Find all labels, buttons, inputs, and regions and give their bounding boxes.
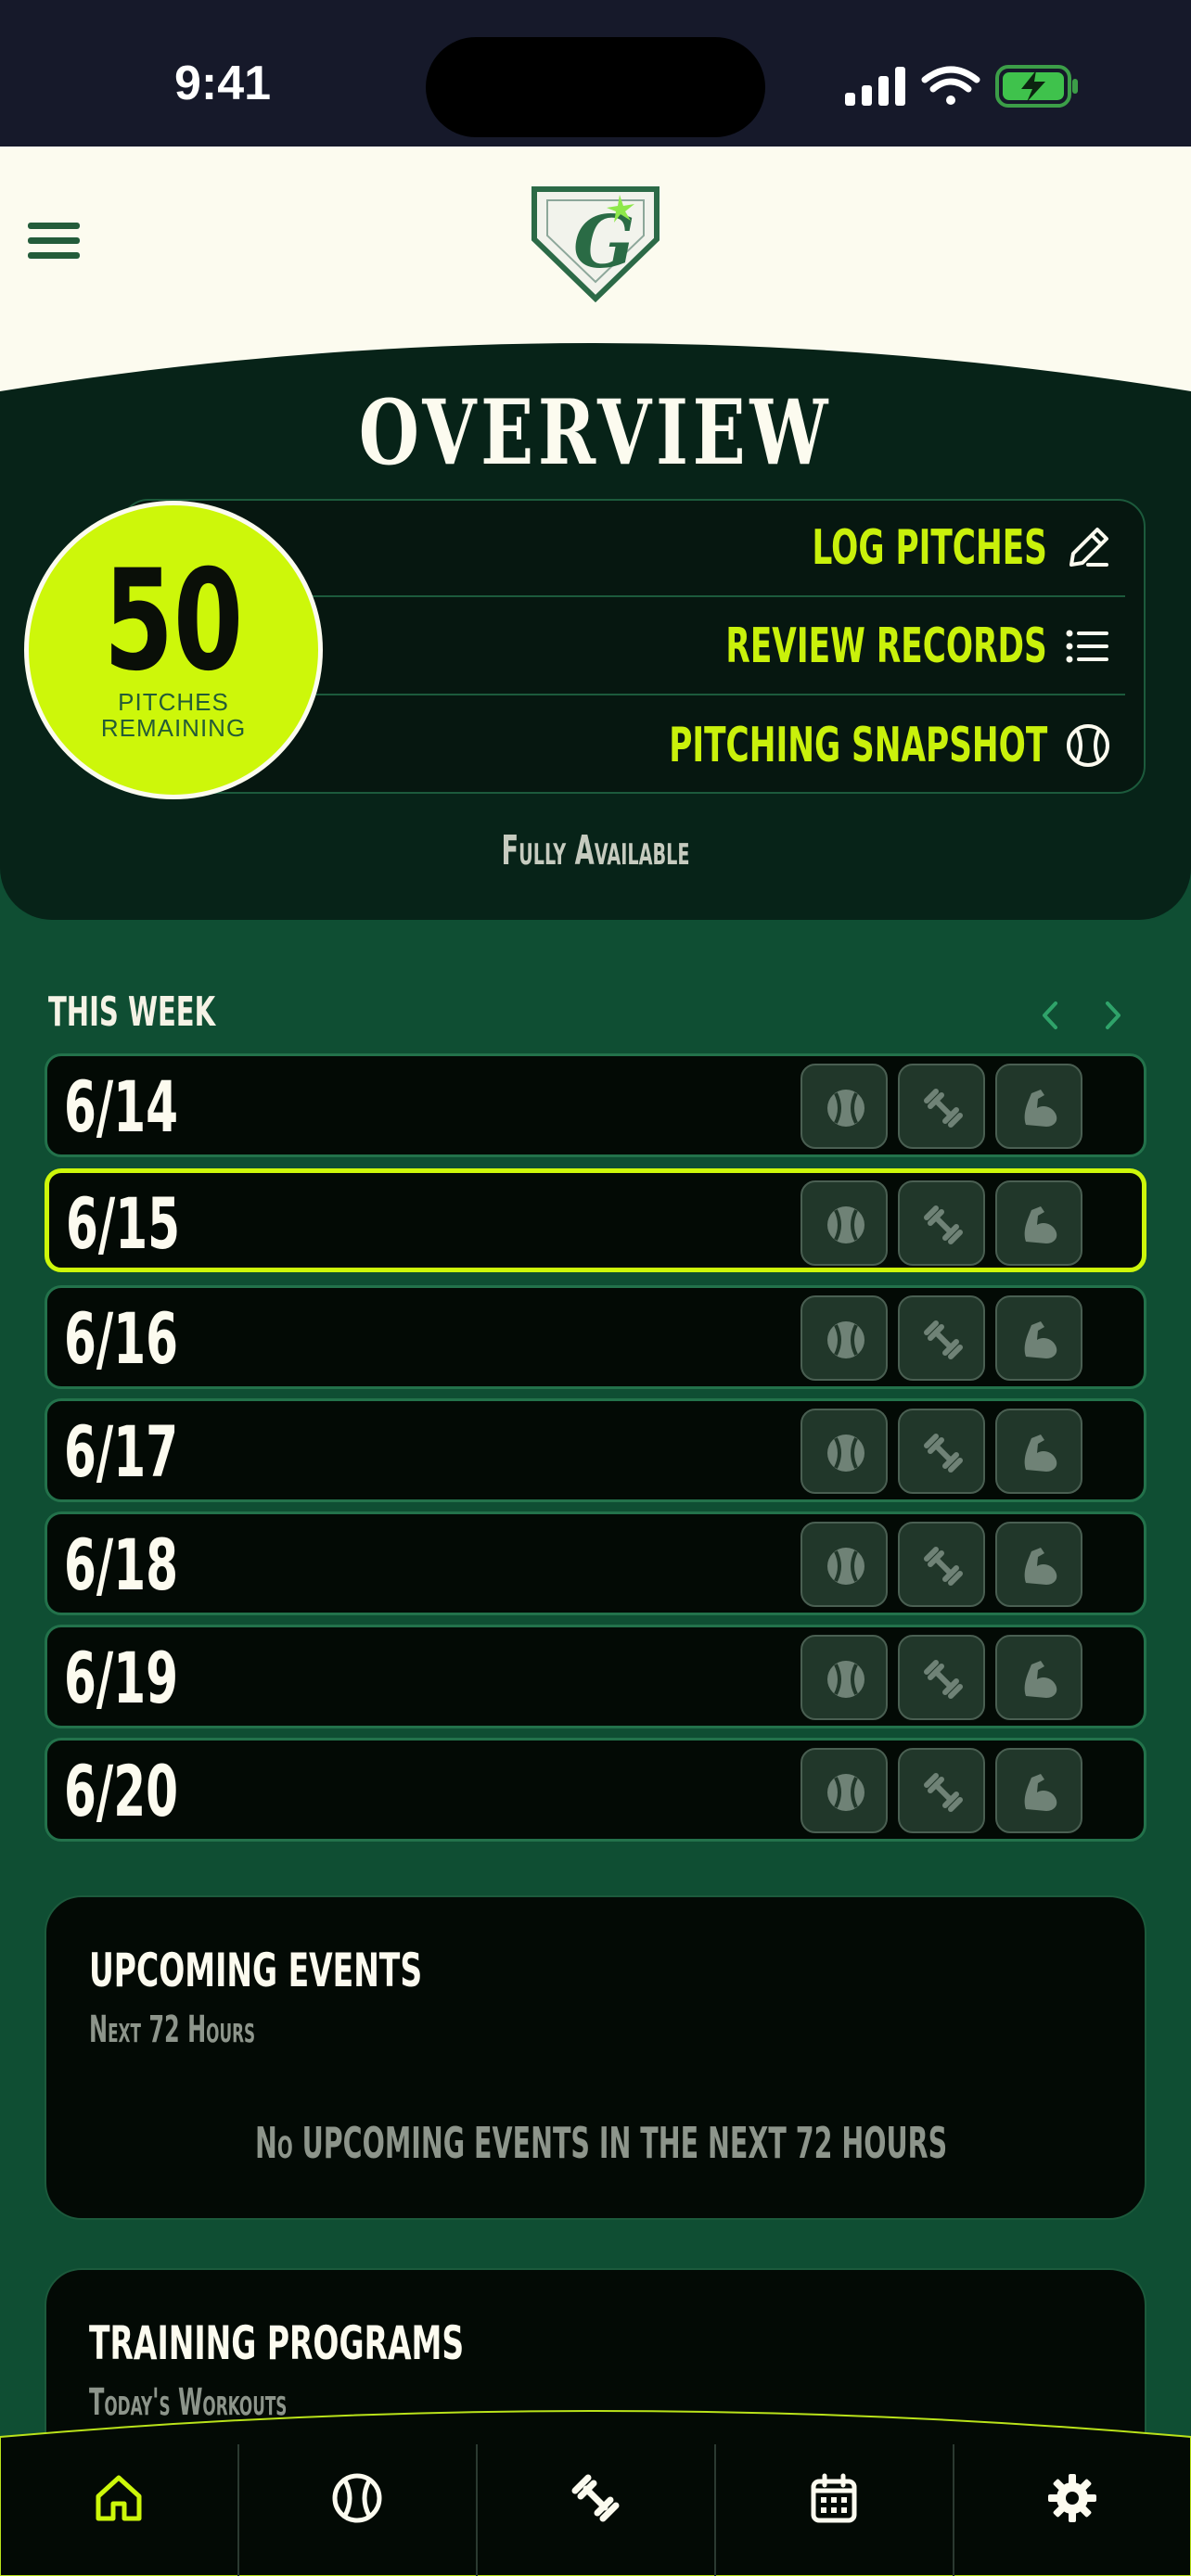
dumbbell-icon — [924, 1205, 963, 1244]
dumbbell-icon — [924, 1660, 963, 1699]
muscle-log-button[interactable] — [995, 1180, 1082, 1266]
signal-icon — [845, 67, 905, 106]
baseball-log-button[interactable] — [800, 1522, 888, 1607]
status-bar: 9:41 — [0, 0, 1191, 147]
dumbbell-icon — [924, 1547, 963, 1586]
pitch-label: PITCHES REMAINING — [100, 688, 247, 742]
dumbbell-icon — [924, 1434, 963, 1473]
tab-pitching[interactable] — [238, 2444, 476, 2576]
day-row[interactable]: 6/17 — [45, 1398, 1146, 1502]
dumbbell-log-button[interactable] — [898, 1748, 985, 1833]
dumbbell-log-button[interactable] — [898, 1295, 985, 1381]
baseball-icon — [827, 1661, 864, 1698]
week-section-title: THIS WEEK — [48, 988, 216, 1036]
gear-icon — [1048, 2474, 1096, 2522]
day-row[interactable]: 6/18 — [45, 1511, 1146, 1615]
tab-calendar[interactable] — [715, 2444, 953, 2576]
dumbbell-log-button[interactable] — [898, 1064, 985, 1149]
muscle-log-button[interactable] — [995, 1409, 1082, 1494]
review-records-label: REVIEW RECORDS — [725, 618, 1047, 674]
baseball-icon — [332, 2473, 382, 2523]
muscle-icon — [1024, 1548, 1057, 1585]
baseball-icon — [827, 1090, 864, 1127]
dumbbell-icon — [571, 2474, 620, 2522]
dumbbell-icon — [924, 1773, 963, 1812]
baseball-icon — [1067, 724, 1109, 767]
dumbbell-log-button[interactable] — [898, 1522, 985, 1607]
dumbbell-icon — [924, 1320, 963, 1359]
pitching-snapshot-button[interactable]: PITCHING SNAPSHOT — [244, 697, 1125, 794]
pitch-count: 50 — [103, 541, 244, 702]
muscle-icon — [1024, 1774, 1057, 1811]
baseball-log-button[interactable] — [800, 1635, 888, 1720]
list-icon — [1066, 630, 1108, 663]
dumbbell-icon — [924, 1089, 963, 1128]
training-programs-title: TRAINING PROGRAMS — [89, 2316, 465, 2370]
log-pitches-label: LOG PITCHES — [812, 520, 1047, 576]
baseball-log-button[interactable] — [800, 1180, 888, 1266]
baseball-icon — [827, 1321, 864, 1358]
page-title: OVERVIEW — [358, 380, 833, 485]
day-date: 6/18 — [64, 1524, 179, 1606]
upcoming-events-empty: No UPCOMING EVENTS IN THE NEXT 72 HOURS — [254, 2118, 948, 2168]
day-date: 6/15 — [66, 1182, 181, 1265]
tab-home[interactable] — [0, 2444, 237, 2576]
baseball-log-button[interactable] — [800, 1295, 888, 1381]
day-row[interactable]: 6/20 — [45, 1738, 1146, 1842]
baseball-icon — [827, 1435, 864, 1472]
muscle-log-button[interactable] — [995, 1748, 1082, 1833]
upcoming-events-card[interactable]: UPCOMING EVENTS Next 72 Hours No UPCOMIN… — [45, 1895, 1146, 2220]
muscle-icon — [1024, 1661, 1057, 1698]
upcoming-events-subtitle: Next 72 Hours — [89, 2009, 256, 2051]
status-icons — [845, 65, 1078, 108]
chevron-left-icon[interactable] — [1031, 994, 1069, 1037]
baseball-log-button[interactable] — [800, 1748, 888, 1833]
muscle-icon — [1024, 1435, 1057, 1472]
dumbbell-log-button[interactable] — [898, 1409, 985, 1494]
status-time: 9:41 — [174, 57, 272, 110]
muscle-icon — [1024, 1321, 1057, 1358]
tab-workouts[interactable] — [477, 2444, 714, 2576]
pencil-icon — [1069, 528, 1108, 567]
muscle-log-button[interactable] — [995, 1522, 1082, 1607]
pitching-snapshot-label: PITCHING SNAPSHOT — [668, 718, 1047, 773]
upcoming-events-title: UPCOMING EVENTS — [89, 1944, 423, 1997]
muscle-icon — [1024, 1206, 1057, 1243]
day-date: 6/20 — [64, 1750, 179, 1832]
dumbbell-log-button[interactable] — [898, 1635, 985, 1720]
tab-settings[interactable] — [954, 2444, 1191, 2576]
baseball-icon — [827, 1774, 864, 1811]
baseball-log-button[interactable] — [800, 1064, 888, 1149]
availability-status: Fully Available — [501, 827, 690, 874]
baseball-icon — [827, 1548, 864, 1585]
log-pitches-button[interactable]: LOG PITCHES — [244, 501, 1125, 597]
day-row[interactable]: 6/14 — [45, 1053, 1146, 1157]
muscle-log-button[interactable] — [995, 1295, 1082, 1381]
wifi-icon — [921, 66, 980, 105]
home-icon — [96, 2475, 142, 2521]
day-row[interactable]: 6/15 — [45, 1168, 1146, 1272]
dumbbell-log-button[interactable] — [898, 1180, 985, 1266]
battery-icon — [995, 65, 1078, 108]
baseball-log-button[interactable] — [800, 1409, 888, 1494]
calendar-icon — [811, 2473, 857, 2523]
app-logo[interactable]: G — [529, 184, 662, 302]
day-date: 6/17 — [64, 1410, 179, 1493]
day-date: 6/19 — [64, 1637, 179, 1719]
dynamic-island — [426, 37, 765, 137]
muscle-icon — [1024, 1090, 1057, 1127]
pitches-remaining-badge: 50 PITCHES REMAINING — [24, 501, 323, 799]
muscle-log-button[interactable] — [995, 1635, 1082, 1720]
day-row[interactable]: 6/19 — [45, 1625, 1146, 1728]
day-date: 6/16 — [64, 1297, 179, 1380]
day-date: 6/14 — [64, 1065, 179, 1148]
review-records-button[interactable]: REVIEW RECORDS — [244, 599, 1125, 695]
muscle-log-button[interactable] — [995, 1064, 1082, 1149]
day-row[interactable]: 6/16 — [45, 1285, 1146, 1389]
baseball-icon — [827, 1206, 864, 1243]
hamburger-menu-icon[interactable] — [28, 223, 80, 260]
chevron-right-icon[interactable] — [1095, 994, 1132, 1037]
